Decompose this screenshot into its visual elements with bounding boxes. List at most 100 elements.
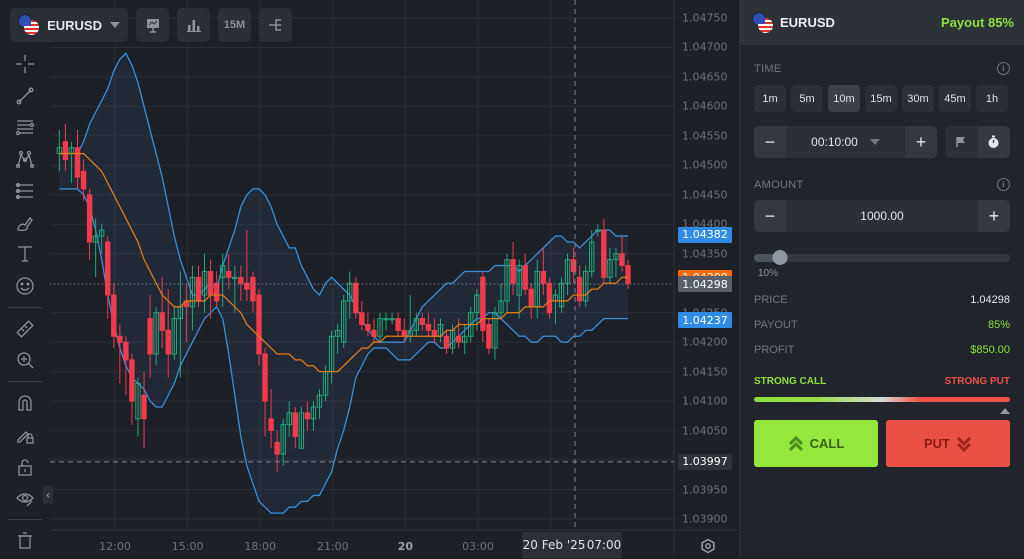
candle-body	[62, 141, 69, 160]
timeframe-option-1h[interactable]: 1h	[976, 85, 1008, 112]
drawing-tools-sidebar	[0, 48, 50, 557]
duration-text: 00:10:00	[811, 135, 858, 149]
eu-us-flag-icon	[18, 14, 39, 36]
emoji-tool[interactable]	[12, 273, 38, 299]
candle-body	[486, 323, 492, 349]
candle-body	[455, 335, 462, 343]
y-tick-label: 1.04100	[682, 394, 728, 408]
symbol-selector[interactable]: EURUSD	[10, 8, 128, 42]
flag-mode-button[interactable]	[945, 126, 978, 158]
branch-icon	[268, 19, 281, 31]
candle-body	[395, 318, 401, 331]
trash-icon	[18, 532, 32, 549]
candle-body	[262, 353, 268, 402]
horizontal-lines-tool[interactable]	[12, 114, 38, 140]
duration-decrease-button[interactable]: −	[754, 126, 786, 158]
tool-separator	[8, 306, 42, 308]
trend-line-tool[interactable]	[12, 83, 38, 109]
bb-upper-tag: 1.04382	[678, 226, 732, 243]
y-tick-label: 1.04200	[682, 335, 728, 349]
timeframe-options: 1m 5m 10m 15m 30m 45m 1h	[754, 85, 1010, 112]
put-button[interactable]: PUT	[886, 420, 1010, 467]
timer-mode-button[interactable]	[977, 126, 1010, 158]
y-tick-label: 1.04150	[682, 365, 728, 379]
amount-input[interactable]: 1000.00	[786, 200, 978, 232]
put-label: PUT	[924, 436, 950, 451]
timeframe-option-10m[interactable]: 10m	[828, 85, 860, 112]
emoji-icon	[16, 277, 34, 295]
candle-body	[510, 259, 516, 284]
info-icon[interactable]: i	[997, 178, 1010, 191]
double-chevron-up-icon	[788, 435, 803, 451]
ruler-tool[interactable]	[12, 316, 38, 342]
stat-value: 85%	[987, 318, 1010, 331]
drawing-tree-button[interactable]	[259, 8, 292, 42]
x-tick-label: 20	[397, 540, 414, 553]
horizontal-lines-icon	[15, 120, 35, 136]
timeframe-button[interactable]: 15M	[218, 8, 251, 42]
collapse-sidebar-button[interactable]: ‹	[43, 486, 53, 504]
x-tick-label: 15:00	[171, 540, 204, 553]
y-tick-label: 1.04700	[682, 40, 728, 54]
candle-body	[480, 276, 486, 331]
double-chevron-down-icon	[956, 436, 972, 452]
timeframe-option-15m[interactable]: 15m	[865, 85, 897, 112]
zoom-in-tool[interactable]	[12, 348, 38, 374]
sentiment-toggle-icon[interactable]	[1000, 408, 1010, 414]
text-icon	[18, 246, 32, 262]
candle-body	[141, 394, 147, 420]
stat-value: $850.00	[970, 343, 1010, 356]
candle-body	[601, 229, 607, 278]
info-icon[interactable]: i	[997, 62, 1010, 75]
candle-body	[129, 359, 135, 402]
indicators-button[interactable]	[136, 8, 169, 42]
timeframe-option-1m[interactable]: 1m	[754, 85, 786, 112]
pattern-tool[interactable]	[12, 146, 38, 172]
unlock-tool[interactable]	[12, 454, 38, 480]
brush-tool[interactable]	[12, 210, 38, 236]
y-tick-label: 1.04600	[682, 99, 728, 113]
chart-type-button[interactable]	[177, 8, 210, 42]
price-chart[interactable]	[0, 0, 738, 557]
amount-label: AMOUNT	[754, 178, 804, 191]
brush-icon	[17, 216, 33, 231]
duration-value[interactable]: 00:10:00	[786, 126, 905, 158]
x-tick-label: 12:00	[99, 540, 131, 553]
chart-settings-button[interactable]	[700, 538, 716, 559]
stat-key: PAYOUT	[754, 318, 798, 331]
amount-slider[interactable]	[754, 250, 1010, 265]
text-tool[interactable]	[12, 241, 38, 267]
amount-increase-button[interactable]: +	[978, 200, 1010, 232]
chart-area[interactable]: EURUSD 15M ‹ 1.04750 1.04700 1.04650 1.0460…	[0, 0, 738, 559]
candle-body	[425, 323, 432, 331]
candle-body	[546, 282, 553, 314]
timeframe-option-5m[interactable]: 5m	[791, 85, 823, 112]
settings-hex-icon	[701, 538, 715, 554]
duration-increase-button[interactable]: +	[905, 126, 937, 158]
candle-body	[86, 194, 93, 243]
amount-decrease-button[interactable]: −	[754, 200, 786, 232]
fib-levels-tool[interactable]	[12, 178, 38, 204]
eye-hide-icon	[16, 493, 34, 507]
crosshair-time-tag: 20 Feb '25 07:00	[522, 532, 622, 558]
timeframe-option-30m[interactable]: 30m	[902, 85, 934, 112]
candle-body	[238, 276, 244, 284]
magnet-icon	[18, 395, 32, 411]
call-button[interactable]: CALL	[754, 420, 878, 467]
lock-drawing-tool[interactable]	[12, 422, 38, 448]
trash-tool[interactable]	[12, 528, 38, 554]
stopwatch-icon	[988, 135, 999, 148]
magnet-tool[interactable]	[12, 390, 38, 416]
time-label: TIME	[754, 62, 782, 75]
crosshair-time: 07:00	[586, 538, 622, 552]
slider-handle[interactable]	[772, 250, 788, 265]
candle-body	[256, 294, 262, 355]
timeframe-option-45m[interactable]: 45m	[939, 85, 971, 112]
x-tick-label: 18:00	[244, 540, 277, 553]
candle-body	[80, 170, 87, 190]
eye-hide-tool[interactable]	[12, 486, 38, 512]
candle-body	[431, 329, 438, 337]
candle-body	[371, 329, 377, 337]
crosshair-tool[interactable]	[12, 51, 38, 77]
stat-row-payout: PAYOUT 85%	[754, 312, 1010, 337]
